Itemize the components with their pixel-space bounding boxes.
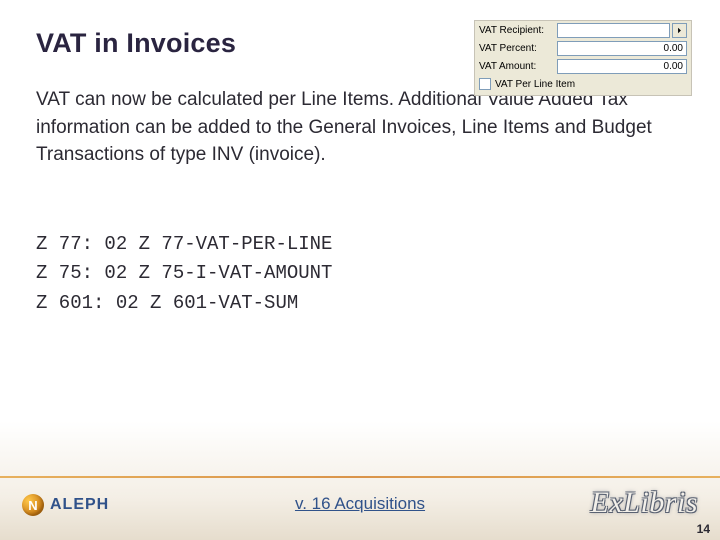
slide: VAT in Invoices VAT can now be calculate…: [0, 0, 720, 540]
page-number: 14: [697, 522, 710, 536]
config-line: Z 77: 02 Z 77-VAT-PER-LINE: [36, 230, 332, 259]
config-block: Z 77: 02 Z 77-VAT-PER-LINE Z 75: 02 Z 75…: [36, 230, 332, 318]
vat-perline-label: VAT Per Line Item: [495, 79, 575, 90]
vat-percent-label: VAT Percent:: [479, 43, 557, 54]
vat-percent-input[interactable]: 0.00: [557, 41, 687, 56]
config-line: Z 75: 02 Z 75-I-VAT-AMOUNT: [36, 259, 332, 288]
vat-amount-row: VAT Amount: 0.00: [475, 57, 691, 75]
slide-title: VAT in Invoices: [36, 28, 236, 59]
body-paragraph: VAT can now be calculated per Line Items…: [36, 86, 676, 169]
config-line: Z 601: 02 Z 601-VAT-SUM: [36, 289, 332, 318]
vat-form-panel: VAT Recipient: VAT Percent: 0.00 VAT Amo…: [474, 20, 692, 96]
vat-perline-checkbox[interactable]: [479, 78, 491, 90]
exlibris-logo-text: ExLibris: [591, 486, 698, 519]
vat-percent-row: VAT Percent: 0.00: [475, 39, 691, 57]
vat-recipient-input[interactable]: [557, 23, 670, 38]
footer: N ALEPH v. 16 Acquisitions ExLibris 14: [0, 476, 720, 540]
vat-recipient-dropdown-button[interactable]: [672, 23, 687, 38]
vat-amount-input[interactable]: 0.00: [557, 59, 687, 74]
vat-amount-label: VAT Amount:: [479, 61, 557, 72]
vat-perline-row: VAT Per Line Item: [475, 75, 691, 93]
exlibris-logo: ExLibris: [591, 486, 698, 520]
vat-recipient-row: VAT Recipient:: [475, 21, 691, 39]
chevron-right-icon: [676, 27, 683, 34]
footer-divider: [0, 476, 720, 478]
vat-recipient-label: VAT Recipient:: [479, 25, 557, 36]
